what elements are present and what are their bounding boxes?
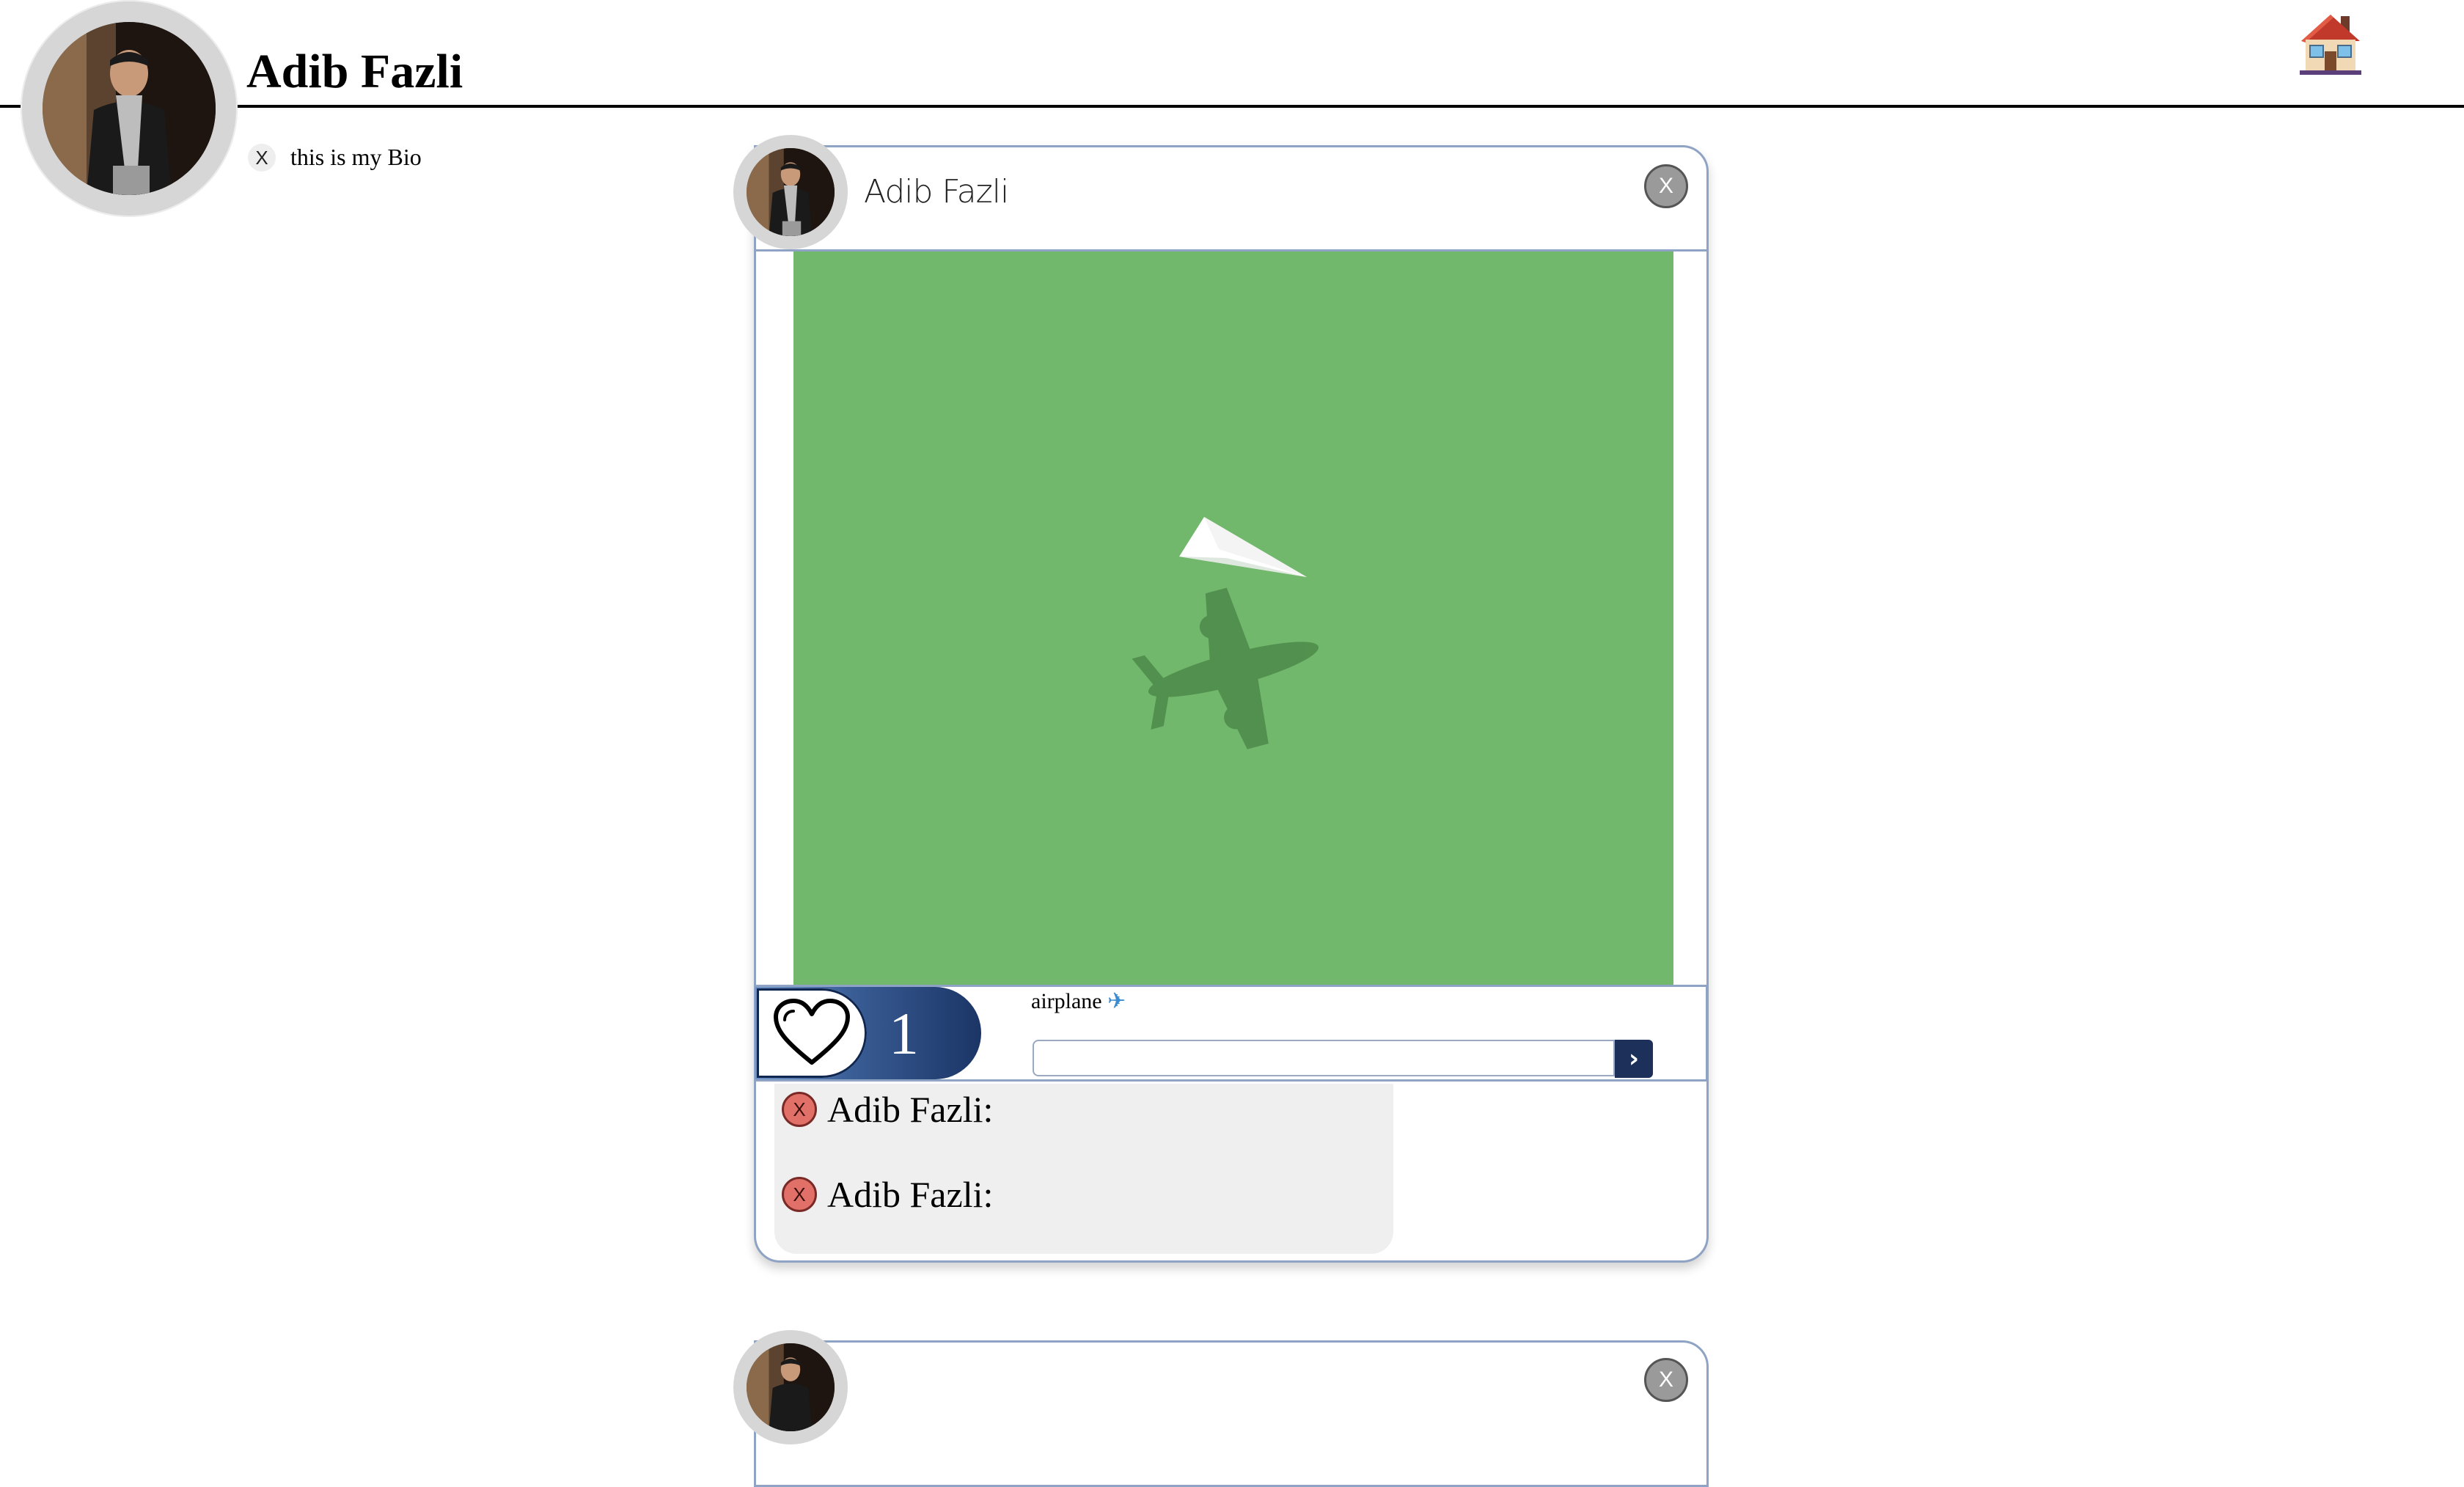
comment-delete-button[interactable]: X: [782, 1092, 817, 1127]
post-image: [793, 251, 1673, 985]
actions-right-border: [1706, 985, 1708, 1082]
caption-text: airplane: [1031, 989, 1102, 1013]
like-button[interactable]: [757, 988, 867, 1078]
profile-bio: this is my Bio: [290, 144, 422, 170]
airplane-icon: ✈: [1107, 988, 1126, 1014]
profile-avatar: [21, 0, 238, 217]
heart-icon: [774, 999, 850, 1065]
comment-author: Adib Fazli:: [827, 1089, 994, 1130]
next-post-close-button[interactable]: X: [1644, 1358, 1688, 1402]
comment-submit-button[interactable]: ›: [1615, 1040, 1653, 1078]
like-count: 1: [889, 1000, 919, 1067]
actions-bottom-border: [754, 1079, 1709, 1082]
bio-delete-button[interactable]: X: [248, 144, 276, 172]
post-close-button[interactable]: X: [1644, 164, 1688, 208]
post-caption: airplane ✈: [1031, 985, 1126, 1018]
comment-item: X Adib Fazli:: [782, 1088, 993, 1131]
post-author-name[interactable]: Adib Fazli: [864, 173, 1009, 210]
post-author-avatar[interactable]: [733, 135, 848, 249]
next-post-author-avatar[interactable]: [733, 1330, 848, 1444]
next-post-card: [754, 1340, 1709, 1487]
profile-name: Adib Fazli: [246, 45, 463, 98]
header-divider: [0, 105, 2464, 108]
house-icon[interactable]: [2295, 9, 2366, 79]
comment-author: Adib Fazli:: [827, 1174, 994, 1215]
comment-delete-button[interactable]: X: [782, 1177, 817, 1212]
image-left-border: [754, 251, 756, 985]
comment-input[interactable]: [1033, 1040, 1615, 1076]
comment-item: X Adib Fazli:: [782, 1173, 993, 1216]
